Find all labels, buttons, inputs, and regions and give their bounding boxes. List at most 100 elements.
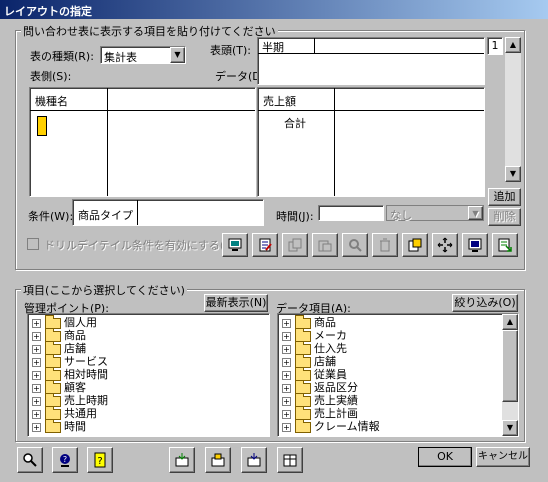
insert-column-icon[interactable] bbox=[205, 447, 231, 473]
help-icon[interactable]: ? bbox=[87, 447, 113, 473]
tree-item-label: 商品 bbox=[64, 329, 86, 342]
export-icon[interactable] bbox=[492, 233, 518, 257]
properties-icon[interactable] bbox=[402, 233, 428, 257]
expand-plus-icon[interactable]: + bbox=[32, 318, 41, 328]
expand-plus-icon[interactable]: + bbox=[282, 344, 291, 354]
tree-item[interactable]: + 売上実績 bbox=[282, 392, 518, 407]
tree-item[interactable]: + 仕入先 bbox=[282, 340, 518, 355]
tree-item[interactable]: + 商品 bbox=[32, 327, 269, 342]
expand-plus-icon[interactable]: + bbox=[32, 409, 41, 419]
tree-item[interactable]: + サービス bbox=[32, 353, 269, 368]
data-grid[interactable]: 売上額 合計 bbox=[257, 87, 485, 197]
tree-item[interactable]: + 返品区分 bbox=[282, 379, 518, 394]
tree-item-label: 店舗 bbox=[64, 342, 86, 355]
expand-plus-icon[interactable]: + bbox=[32, 370, 41, 380]
refresh-button[interactable]: 最新表示(N) bbox=[204, 294, 268, 312]
data-items-tree[interactable]: + 商品 + メーカ + 仕入先 + 店舗 + 従業員 + 返品区分 + 売上実績 + 売上計画 + クレーム情報… bbox=[277, 313, 519, 437]
table-icon[interactable] bbox=[277, 447, 303, 473]
tree-item[interactable]: + 個人用 bbox=[32, 314, 269, 329]
insert-row-icon[interactable] bbox=[169, 447, 195, 473]
data-items-scrollbar[interactable]: ▲ ▼ bbox=[502, 314, 518, 436]
scroll-thumb[interactable] bbox=[502, 330, 518, 402]
tree-item[interactable]: + 商品 bbox=[282, 314, 518, 329]
expand-plus-icon[interactable]: + bbox=[282, 331, 291, 341]
scroll-down-button[interactable]: ▼ bbox=[505, 166, 521, 182]
drill-checkbox[interactable] bbox=[27, 238, 39, 250]
side-column-header[interactable]: 機種名 bbox=[35, 93, 68, 109]
scroll-down-button[interactable]: ▼ bbox=[502, 420, 518, 436]
scroll-up-button[interactable]: ▲ bbox=[502, 314, 518, 330]
tree-item[interactable]: + 店舗 bbox=[32, 340, 269, 355]
tree-item[interactable]: + 売上計画 bbox=[282, 405, 518, 420]
expand-plus-icon[interactable]: + bbox=[32, 331, 41, 341]
header-grid[interactable]: 半期 bbox=[257, 37, 485, 85]
condition-value: 商品タイプ bbox=[78, 209, 133, 222]
tree-item-label: 時間 bbox=[64, 420, 86, 433]
expand-plus-icon[interactable]: + bbox=[282, 409, 291, 419]
data-column-header[interactable]: 売上額 bbox=[263, 93, 296, 109]
tree-item[interactable]: + 店舗 bbox=[282, 353, 518, 368]
filter-button[interactable]: 絞り込み(O) bbox=[452, 294, 518, 312]
monitor-icon[interactable] bbox=[222, 233, 248, 257]
dimension-icon[interactable] bbox=[37, 116, 47, 136]
expand-plus-icon[interactable]: + bbox=[282, 396, 291, 406]
tree-item[interactable]: + 売上時期 bbox=[32, 392, 269, 407]
add-button[interactable]: 追加 bbox=[488, 188, 521, 206]
time-select[interactable]: なし ▼ bbox=[386, 205, 484, 222]
expand-plus-icon[interactable]: + bbox=[282, 357, 291, 367]
expand-plus-icon[interactable]: + bbox=[32, 383, 41, 393]
search-icon[interactable] bbox=[342, 233, 368, 257]
cancel-button[interactable]: キャンセル bbox=[476, 447, 530, 467]
help-topics-icon[interactable]: ? bbox=[52, 447, 78, 473]
tree-item[interactable]: + クレーム情報 bbox=[282, 418, 518, 433]
data-items-list: + 商品 + メーカ + 仕入先 + 店舗 + 従業員 + 返品区分 + 売上実績 + 売上計画 + クレーム情報 bbox=[278, 314, 518, 433]
tree-item-label: 個人用 bbox=[64, 316, 97, 329]
table-type-select[interactable]: 集計表 ▼ bbox=[100, 46, 186, 64]
table-type-value: 集計表 bbox=[104, 51, 137, 64]
paste-icon[interactable] bbox=[312, 233, 338, 257]
folder-icon bbox=[295, 418, 311, 433]
expand-plus-icon[interactable]: + bbox=[32, 357, 41, 367]
tree-item-label: 仕入先 bbox=[314, 342, 347, 355]
layout-vertical-scrollbar[interactable]: ▲ ▼ bbox=[505, 37, 521, 182]
expand-plus-icon[interactable]: + bbox=[282, 318, 291, 328]
tree-item-label: クレーム情報 bbox=[314, 420, 380, 433]
time-input[interactable] bbox=[318, 205, 384, 221]
screen-layout-icon[interactable] bbox=[462, 233, 488, 257]
move-down-icon[interactable] bbox=[241, 447, 267, 473]
tree-item[interactable]: + 従業員 bbox=[282, 366, 518, 381]
folder-icon bbox=[45, 418, 61, 433]
tree-item-label: 顧客 bbox=[64, 381, 86, 394]
side-grid[interactable]: 機種名 bbox=[29, 87, 256, 197]
trash-icon[interactable] bbox=[372, 233, 398, 257]
expand-plus-icon[interactable]: + bbox=[32, 344, 41, 354]
mgmt-points-tree[interactable]: + 個人用 + 商品 + 店舗 + サービス + 相対時間 + 顧客 + 売上時期 + 共通用 + 時間 bbox=[27, 313, 270, 437]
zoom-icon[interactable] bbox=[17, 447, 43, 473]
expand-plus-icon[interactable]: + bbox=[32, 422, 41, 432]
tree-item[interactable]: + 相対時間 bbox=[32, 366, 269, 381]
header-cell-value[interactable]: 半期 bbox=[262, 39, 284, 55]
svg-text:?: ? bbox=[97, 456, 102, 467]
scroll-up-button[interactable]: ▲ bbox=[505, 37, 521, 53]
tree-item[interactable]: + 時間 bbox=[32, 418, 269, 433]
tree-item[interactable]: + メーカ bbox=[282, 327, 518, 342]
expand-plus-icon[interactable]: + bbox=[32, 396, 41, 406]
copy-icon[interactable] bbox=[282, 233, 308, 257]
condition-field[interactable]: 商品タイプ bbox=[72, 199, 264, 226]
tree-item[interactable]: + 顧客 bbox=[32, 379, 269, 394]
header-label: 表頭(T): bbox=[210, 44, 252, 57]
condition-label: 条件(W): bbox=[28, 210, 74, 223]
chevron-down-icon[interactable]: ▼ bbox=[170, 47, 185, 63]
delete-button[interactable]: 削除 bbox=[488, 208, 521, 226]
mgmt-points-list: + 個人用 + 商品 + 店舗 + サービス + 相対時間 + 顧客 + 売上時期 + 共通用 + 時間 bbox=[32, 314, 269, 433]
expand-plus-icon[interactable]: + bbox=[282, 383, 291, 393]
drill-checkbox-label: ドリルデイテイル条件を有効にする(L) bbox=[44, 239, 235, 252]
chevron-down-icon[interactable]: ▼ bbox=[468, 206, 483, 220]
edit-document-icon[interactable] bbox=[252, 233, 278, 257]
tree-item-label: 従業員 bbox=[314, 368, 347, 381]
ok-button[interactable]: OK bbox=[418, 447, 472, 467]
expand-plus-icon[interactable]: + bbox=[282, 422, 291, 432]
tree-item[interactable]: + 共通用 bbox=[32, 405, 269, 420]
expand-icon[interactable] bbox=[432, 233, 458, 257]
expand-plus-icon[interactable]: + bbox=[282, 370, 291, 380]
